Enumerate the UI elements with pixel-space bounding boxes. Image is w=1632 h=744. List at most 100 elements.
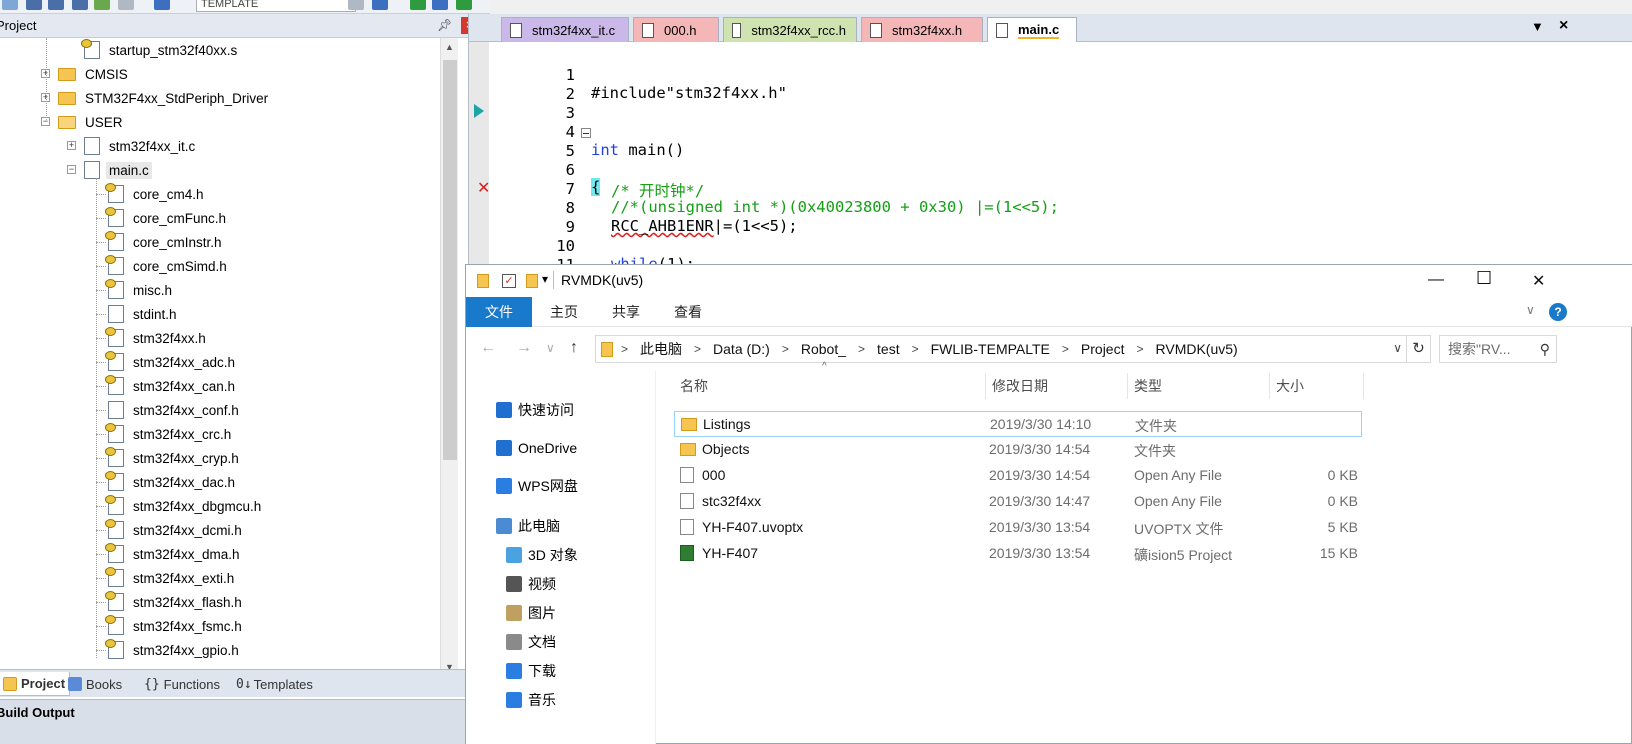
nav-item[interactable]: 文档 bbox=[506, 629, 556, 655]
file-row[interactable]: 000 2019/3/30 14:54 Open Any File 0 KB bbox=[674, 463, 1362, 489]
tree-item[interactable]: CMSIS bbox=[58, 62, 131, 86]
tab-list-chevron-down-icon[interactable]: ▼ bbox=[1531, 19, 1544, 34]
editor-tab[interactable]: stm32f4xx_it.c bbox=[501, 17, 629, 42]
ribbon-expand-chevron-icon[interactable]: ∨ bbox=[1526, 303, 1535, 317]
tree-item[interactable]: stm32f4xx_fsmc.h bbox=[105, 614, 245, 638]
tree-item[interactable]: startup_stm32f40xx.s bbox=[81, 38, 240, 62]
tree-scrollbar[interactable]: ▲ ▼ bbox=[440, 38, 458, 678]
editor-tab[interactable]: 000.h bbox=[633, 17, 719, 42]
back-arrow-icon[interactable]: ← bbox=[480, 339, 496, 357]
tree-item[interactable]: stm32f4xx_dma.h bbox=[105, 542, 243, 566]
nav-item[interactable]: 快速访问 bbox=[496, 397, 574, 423]
tree-item[interactable]: core_cmFunc.h bbox=[105, 206, 229, 230]
up-arrow-icon[interactable]: ↑ bbox=[570, 339, 578, 357]
toolbar-icon[interactable] bbox=[72, 0, 88, 10]
breadcrumb-item[interactable]: FWLIB-TEMPALTE bbox=[931, 341, 1050, 357]
tree-item[interactable]: USER bbox=[58, 110, 126, 134]
tree-item[interactable]: core_cmInstr.h bbox=[105, 230, 225, 254]
tree-item[interactable]: core_cmSimd.h bbox=[105, 254, 230, 278]
nav-item[interactable]: 音乐 bbox=[506, 687, 556, 713]
toolbar-icon[interactable] bbox=[26, 0, 42, 10]
toolbar-icon[interactable] bbox=[372, 0, 388, 10]
toolbar-icon[interactable] bbox=[154, 0, 170, 10]
fold-minus-icon[interactable] bbox=[581, 128, 591, 138]
new-folder-icon[interactable] bbox=[526, 274, 538, 288]
nav-item[interactable]: OneDrive bbox=[496, 435, 577, 461]
column-header-date[interactable]: 修改日期 bbox=[986, 373, 1128, 399]
collapse-minus-icon[interactable]: − bbox=[67, 165, 76, 174]
toolbar-icon[interactable] bbox=[432, 0, 448, 10]
search-icon[interactable]: ⚲ bbox=[1540, 336, 1550, 362]
tree-item[interactable]: core_cm4.h bbox=[105, 182, 207, 206]
code-area[interactable]: 1 #include"stm32f4xx.h" 2 3 4 int main()… bbox=[493, 42, 1632, 292]
tree-item[interactable]: stm32f4xx_dcmi.h bbox=[105, 518, 245, 542]
tree-item[interactable]: stdint.h bbox=[108, 302, 180, 326]
column-header-type[interactable]: 类型 bbox=[1128, 373, 1270, 399]
tree-item[interactable]: stm32f4xx_cryp.h bbox=[105, 446, 242, 470]
breadcrumb-separator[interactable]: > bbox=[912, 342, 919, 356]
scroll-up-icon[interactable]: ▲ bbox=[445, 42, 454, 52]
toolbar-icon[interactable] bbox=[48, 0, 64, 10]
column-header-name[interactable]: 名称 bbox=[674, 373, 986, 399]
tab-functions[interactable]: {} Functions bbox=[140, 672, 224, 696]
help-icon[interactable]: ? bbox=[1549, 303, 1567, 321]
refresh-icon[interactable]: ↻ bbox=[1407, 335, 1431, 363]
nav-item[interactable]: 视频 bbox=[506, 571, 556, 597]
ribbon-tab-home[interactable]: 主页 bbox=[536, 297, 592, 327]
breadcrumb-item[interactable]: RVMDK(uv5) bbox=[1156, 341, 1238, 357]
breadcrumb-item[interactable]: test bbox=[877, 341, 900, 357]
forward-arrow-icon[interactable]: → bbox=[516, 339, 532, 357]
tab-project[interactable]: Project bbox=[0, 672, 71, 696]
breadcrumb-item[interactable]: 此电脑 bbox=[640, 339, 682, 359]
file-row[interactable]: YH-F407.uvoptx 2019/3/30 13:54 UVOPTX 文件 5 … bbox=[674, 515, 1362, 541]
tree-item[interactable]: stm32f4xx_dbgmcu.h bbox=[105, 494, 264, 518]
breadcrumb-separator[interactable]: > bbox=[1136, 342, 1143, 356]
editor-tab[interactable]: main.c bbox=[987, 17, 1077, 42]
properties-check-icon[interactable]: ✓ bbox=[502, 274, 516, 288]
quick-access-dropdown-icon[interactable]: ▾ bbox=[542, 272, 548, 286]
tree-item[interactable]: stm32f4xx_flash.h bbox=[105, 590, 245, 614]
breadcrumb-item[interactable]: Robot_ bbox=[801, 341, 846, 357]
toolbar-icon[interactable] bbox=[410, 0, 426, 10]
editor-gutter[interactable] bbox=[469, 42, 489, 264]
tree-item[interactable]: main.c bbox=[84, 158, 152, 182]
file-row[interactable]: stc32f4xx 2019/3/30 14:47 Open Any File 0 K… bbox=[674, 489, 1362, 515]
toolbar-icon[interactable] bbox=[348, 0, 364, 10]
breadcrumb-item[interactable]: Project bbox=[1081, 341, 1125, 357]
toolbar-icon[interactable] bbox=[118, 0, 134, 10]
tree-item[interactable]: stm32f4xx_gpio.h bbox=[105, 638, 242, 662]
file-row[interactable]: YH-F407 2019/3/30 13:54 礦ision5 Project 15 … bbox=[674, 541, 1362, 567]
breadcrumb-separator[interactable]: > bbox=[1062, 342, 1069, 356]
tree-item[interactable]: stm32f4xx_it.c bbox=[84, 134, 198, 158]
toolbar-icon[interactable] bbox=[456, 0, 472, 10]
breadcrumb-item[interactable]: Data (D:) bbox=[713, 341, 770, 357]
toolbar-icon[interactable] bbox=[94, 0, 110, 10]
ribbon-tab-file[interactable]: 文件 bbox=[466, 297, 532, 327]
expand-plus-icon[interactable]: + bbox=[67, 141, 76, 150]
address-bar[interactable]: > 此电脑 > Data (D:) > Robot_ > test > FWLIB-TEMPAL… bbox=[595, 335, 1407, 363]
maximize-icon[interactable]: ☐ bbox=[1476, 268, 1492, 289]
scroll-thumb[interactable] bbox=[443, 60, 457, 460]
tree-item[interactable]: stm32f4xx_exti.h bbox=[105, 566, 237, 590]
breadcrumb-separator[interactable]: > bbox=[621, 342, 628, 356]
address-dropdown-chevron-icon[interactable]: ∨ bbox=[1393, 341, 1402, 355]
target-combo[interactable]: TEMPLATE bbox=[196, 0, 356, 12]
column-header-size[interactable]: 大小 bbox=[1270, 373, 1364, 399]
close-icon[interactable]: ✕ bbox=[1532, 271, 1545, 291]
ribbon-tab-share[interactable]: 共享 bbox=[598, 297, 654, 327]
tab-templates[interactable]: 0↓ Templates bbox=[232, 672, 317, 696]
breadcrumb-separator[interactable]: > bbox=[782, 342, 789, 356]
search-input[interactable]: 搜索"RV... ⚲ bbox=[1439, 335, 1557, 363]
tree-item[interactable]: stm32f4xx_conf.h bbox=[108, 398, 242, 422]
toolbar-icon[interactable] bbox=[2, 0, 18, 10]
pin-icon[interactable]: 📌︎ bbox=[437, 18, 452, 32]
nav-item[interactable]: WPS网盘 bbox=[496, 473, 578, 499]
tree-item[interactable]: stm32f4xx_dac.h bbox=[105, 470, 238, 494]
tree-item[interactable]: stm32f4xx.h bbox=[105, 326, 209, 350]
tab-books[interactable]: Books bbox=[64, 672, 126, 696]
tree-item[interactable]: stm32f4xx_adc.h bbox=[105, 350, 238, 374]
tree-item[interactable]: STM32F4xx_StdPeriph_Driver bbox=[58, 86, 271, 110]
tree-item[interactable]: stm32f4xx_can.h bbox=[105, 374, 238, 398]
file-row[interactable]: Listings 2019/3/30 14:10 文件夹 bbox=[674, 411, 1362, 437]
nav-item[interactable]: 下载 bbox=[506, 658, 556, 684]
